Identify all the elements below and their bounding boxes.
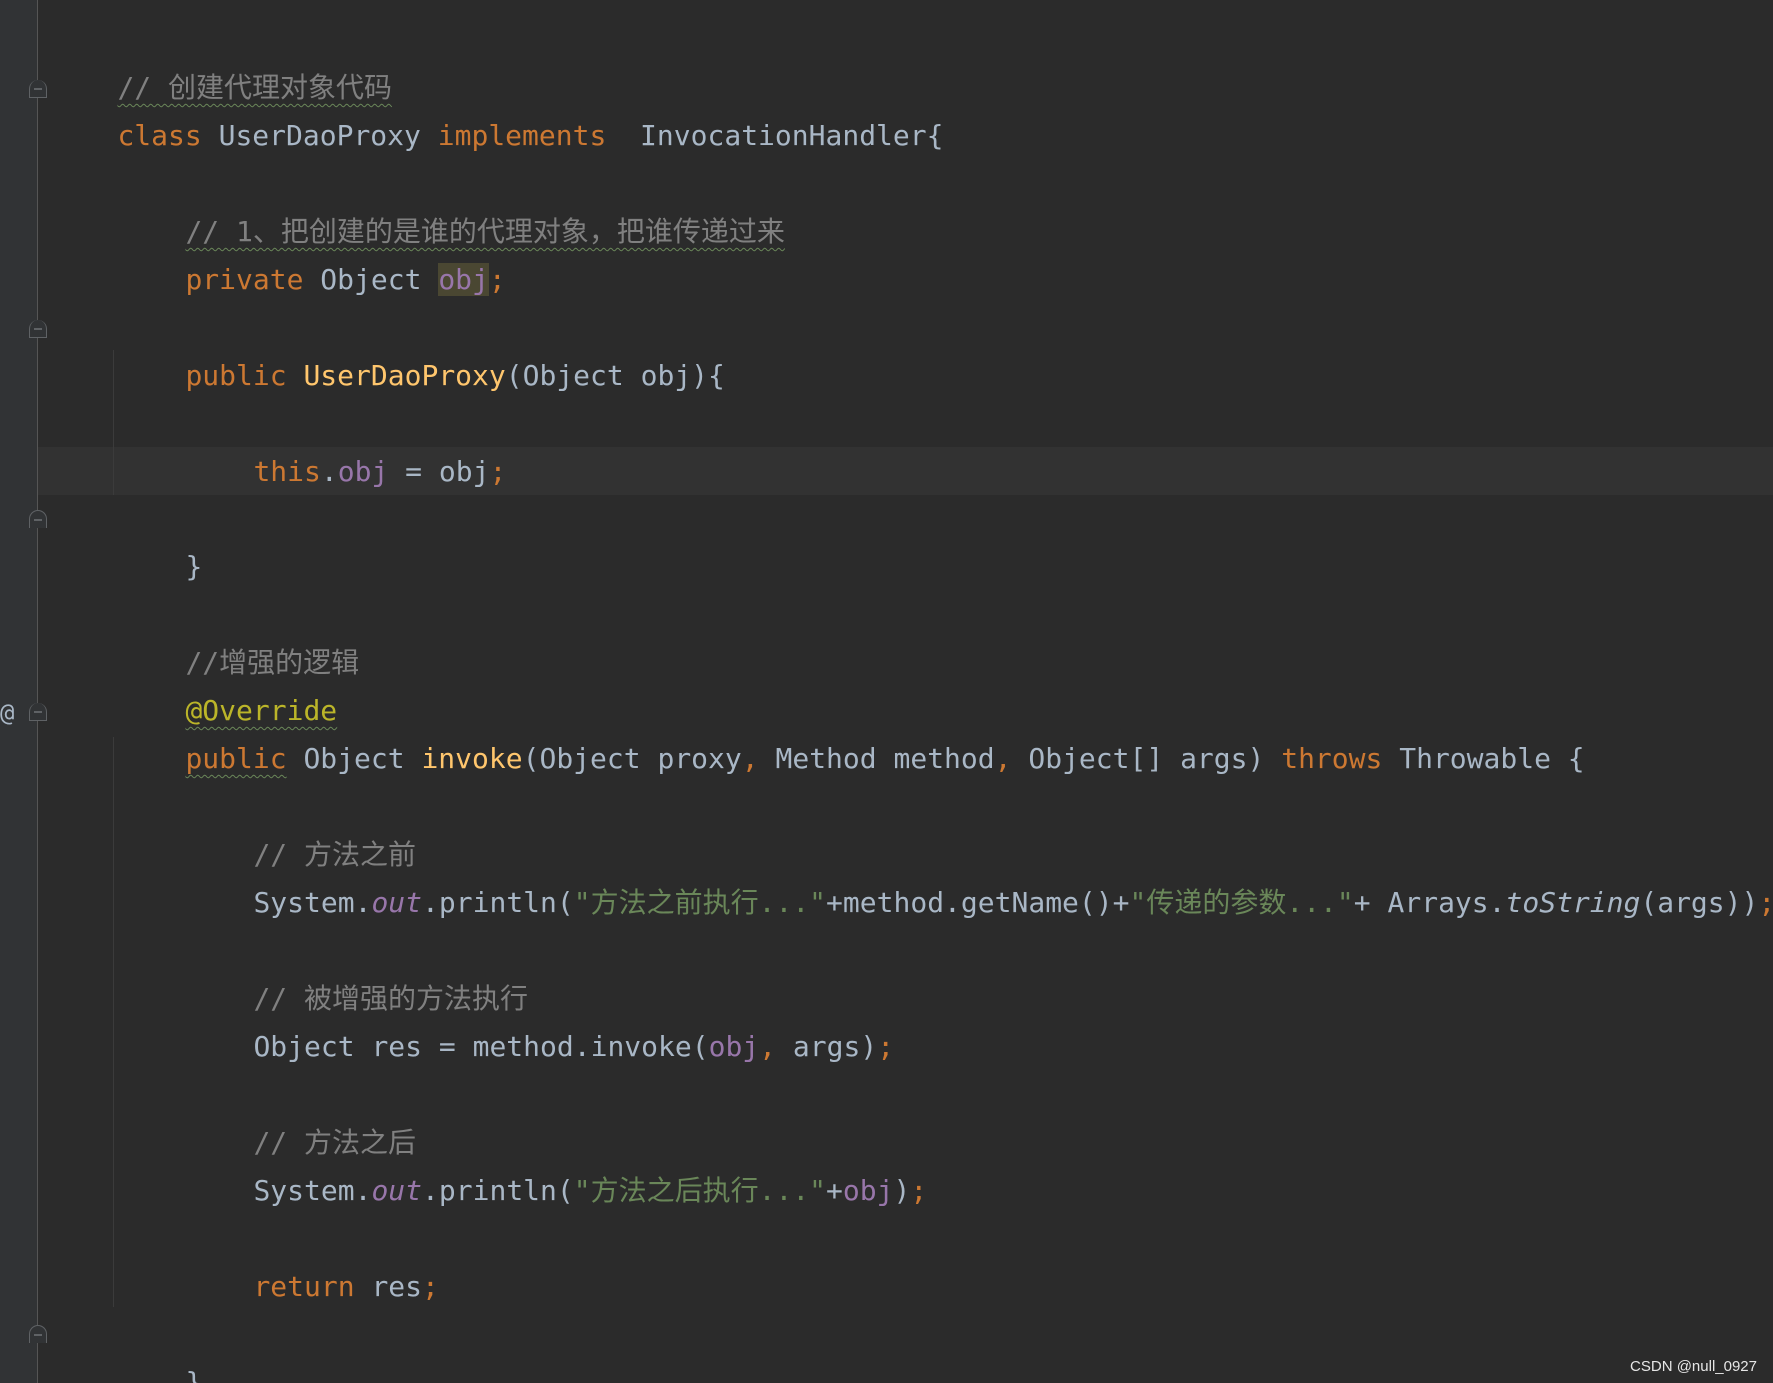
gutter-divider: [37, 0, 38, 1383]
keyword: public: [185, 742, 287, 775]
parameter: (Object proxy: [522, 742, 742, 775]
comma: ,: [759, 1030, 777, 1063]
keyword: return: [253, 1270, 355, 1303]
string-literal: "传递的参数...": [1129, 886, 1354, 919]
keyword: private: [185, 263, 304, 296]
interface-name: InvocationHandler{: [606, 119, 944, 152]
code-line-9[interactable]: @Override: [118, 639, 337, 727]
static-field: out: [371, 886, 423, 919]
field: obj: [337, 455, 389, 488]
parameters: (Object obj){: [505, 359, 725, 392]
code-line-4[interactable]: private Object obj;: [118, 208, 506, 296]
type-name: Object: [303, 263, 439, 296]
semicolon: ;: [910, 1174, 928, 1207]
closing-brace: }: [185, 550, 203, 583]
static-field: out: [371, 1174, 423, 1207]
code-line-12[interactable]: System.out.println("方法之前执行..."+method.ge…: [186, 831, 1773, 919]
parameter: Method method: [758, 742, 995, 775]
fold-collapse-icon[interactable]: [29, 703, 47, 721]
assignment: = obj: [388, 455, 490, 488]
code-line-1[interactable]: // 创建代理对象代码: [50, 16, 392, 104]
identifier: System.: [253, 1174, 372, 1207]
fold-collapse-icon[interactable]: [29, 80, 47, 98]
code-line-16[interactable]: System.out.println("方法之后执行..."+obj);: [186, 1119, 927, 1207]
semicolon: ;: [422, 1270, 439, 1303]
operator: +: [826, 1174, 843, 1207]
code-line-8[interactable]: //增强的逻辑: [118, 591, 359, 679]
code-line-5[interactable]: public UserDaoProxy(Object obj){: [118, 304, 724, 392]
class-name: UserDaoProxy: [201, 119, 438, 152]
watermark: CSDN @null_0927: [1630, 1358, 1757, 1375]
override-gutter-icon[interactable]: @: [0, 698, 14, 728]
code-line-2[interactable]: class UserDaoProxy implements Invocation…: [50, 64, 943, 152]
identifier: System.: [253, 886, 372, 919]
expression: res: [354, 1270, 423, 1303]
type-name: Object: [286, 742, 422, 775]
editor-gutter: [0, 0, 37, 1383]
method-call: .println(: [422, 886, 574, 919]
string-literal: "方法之前执行...": [573, 886, 827, 919]
dot: .: [320, 455, 338, 488]
expression: + Arrays.: [1353, 886, 1506, 919]
expression: args): [776, 1030, 878, 1063]
code-line-15[interactable]: // 方法之后: [186, 1071, 416, 1159]
code-line-10[interactable]: public Object invoke(Object proxy, Metho…: [118, 687, 1584, 775]
static-method: toString: [1505, 886, 1641, 919]
fold-collapse-icon[interactable]: [29, 320, 47, 338]
code-line-18[interactable]: }: [118, 1311, 202, 1383]
keyword: public: [185, 359, 287, 392]
keyword: this: [253, 455, 321, 488]
indent-guide: [113, 737, 114, 1307]
code-editor[interactable]: @ // 创建代理对象代码 class UserDaoProxy impleme…: [0, 0, 1773, 1383]
code-line-11[interactable]: // 方法之前: [186, 783, 416, 871]
semicolon: ;: [488, 263, 506, 296]
code-line-13[interactable]: // 被增强的方法执行: [186, 927, 528, 1015]
expression: +method.getName()+: [826, 886, 1130, 919]
code-line-14[interactable]: Object res = method.invoke(obj, args);: [186, 975, 894, 1063]
code-line-7[interactable]: }: [118, 495, 202, 583]
fold-end-icon[interactable]: [29, 510, 47, 528]
string-literal: "方法之后执行...": [573, 1174, 827, 1207]
code-line-3[interactable]: // 1、把创建的是谁的代理对象，把谁传递过来: [118, 160, 784, 248]
field: obj: [708, 1030, 760, 1063]
semicolon: ;: [1758, 886, 1773, 919]
close-paren: ): [893, 1174, 911, 1207]
expression: (args)): [1640, 886, 1759, 919]
constructor-name: UserDaoProxy: [303, 359, 506, 392]
comma: ,: [994, 742, 1012, 775]
closing-brace: }: [185, 1366, 203, 1383]
method-call: .println(: [422, 1174, 574, 1207]
code-line-17[interactable]: return res;: [186, 1215, 438, 1303]
keyword: implements: [437, 119, 607, 152]
field: obj: [842, 1174, 894, 1207]
code-line-6[interactable]: this.obj = obj;: [186, 400, 506, 488]
expression: Object res = method.invoke(: [253, 1030, 709, 1063]
method-name: invoke: [421, 742, 523, 775]
indent-guide: [113, 350, 114, 495]
keyword: throws: [1281, 742, 1383, 775]
field-obj-highlighted: obj: [438, 263, 489, 296]
keyword: class: [117, 119, 202, 152]
comma: ,: [741, 742, 759, 775]
semicolon: ;: [877, 1030, 895, 1063]
semicolon: ;: [489, 455, 507, 488]
fold-end-icon[interactable]: [29, 1325, 47, 1343]
parameter: Object[] args): [1011, 742, 1282, 775]
exception-type: Throwable {: [1382, 742, 1585, 775]
